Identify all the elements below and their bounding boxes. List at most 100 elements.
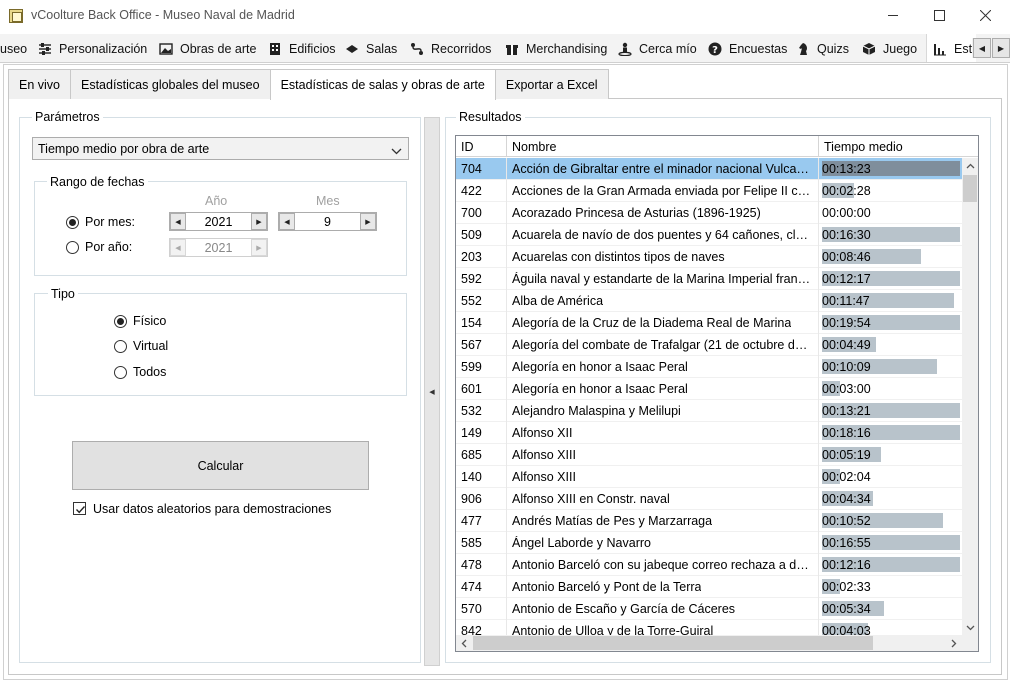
year-increment-button[interactable]: ▶ <box>251 239 267 256</box>
table-row[interactable]: 567 Alegoría del combate de Trafalgar (21… <box>456 334 962 356</box>
column-header-name[interactable]: Nombre <box>507 136 819 157</box>
month-increment-button[interactable]: ▶ <box>360 213 376 230</box>
tab-museo[interactable]: useo <box>0 34 27 62</box>
vertical-scrollbar[interactable] <box>962 158 978 636</box>
close-button[interactable] <box>962 0 1008 30</box>
month-year-stepper[interactable]: ◀ 2021 ▶ <box>169 212 268 231</box>
tab-cerca-mio[interactable]: Cerca mío <box>618 34 697 62</box>
month-value[interactable]: 9 <box>295 215 360 229</box>
cell-id: 203 <box>456 246 507 268</box>
table-row[interactable]: 154 Alegoría de la Cruz de la Diadema Rea… <box>456 312 962 334</box>
cell-time: 00:04:49 <box>819 334 962 356</box>
table-row[interactable]: 149 Alfonso XII 00:18:16 <box>456 422 962 444</box>
cell-name: Antonio Barceló y Pont de la Terra <box>507 576 819 598</box>
table-row[interactable]: 585 Ángel Laborde y Navarro 00:16:55 <box>456 532 962 554</box>
tab-salas[interactable]: Salas <box>345 34 397 62</box>
tab-juego[interactable]: Juego <box>862 34 917 62</box>
panel-splitter[interactable]: ◀ <box>424 117 440 666</box>
tab-personalizacion[interactable]: Personalización <box>38 34 147 62</box>
cell-id: 478 <box>456 554 507 576</box>
table-row[interactable]: 592 Águila naval y estandarte de la Marin… <box>456 268 962 290</box>
month-year-value[interactable]: 2021 <box>186 215 251 229</box>
scroll-down-icon[interactable] <box>962 620 978 636</box>
scroll-left-icon[interactable] <box>456 635 472 651</box>
vertical-scroll-thumb[interactable] <box>963 175 977 202</box>
minimize-button[interactable] <box>870 0 916 30</box>
results-table[interactable]: ID Nombre Tiempo medio 704 Acción de Gibr… <box>455 135 979 652</box>
table-row[interactable]: 599 Alegoría en honor a Isaac Peral 00:10:… <box>456 356 962 378</box>
close-icon <box>979 9 991 21</box>
table-row[interactable]: 422 Acciones de la Gran Armada enviada po… <box>456 180 962 202</box>
cell-time-text: 00:13:23 <box>822 162 871 176</box>
month-stepper[interactable]: ◀ 9 ▶ <box>278 212 377 231</box>
table-row[interactable]: 842 Antonio de Ulloa y de la Torre-Guiral… <box>456 620 962 636</box>
cell-id: 704 <box>456 158 507 180</box>
by-year-radio[interactable] <box>66 241 79 254</box>
tab-recorridos[interactable]: Recorridos <box>410 34 491 62</box>
metric-select[interactable]: Tiempo medio por obra de arte <box>32 137 409 160</box>
table-row[interactable]: 906 Alfonso XIII en Constr. naval 00:04:34 <box>456 488 962 510</box>
subtab-en-vivo[interactable]: En vivo <box>8 69 71 99</box>
tab-scroll-left-button[interactable]: ◀ <box>973 38 991 58</box>
random-data-checkbox[interactable] <box>73 502 86 515</box>
calculate-button[interactable]: Calcular <box>72 441 369 490</box>
table-row[interactable]: 477 Andrés Matías de Pes y Marzarraga 00:1… <box>456 510 962 532</box>
month-decrement-button[interactable]: ◀ <box>279 213 295 230</box>
scroll-up-icon[interactable] <box>962 158 978 174</box>
subtab-estadisticas-salas-obras[interactable]: Estadísticas de salas y obras de arte <box>269 69 496 100</box>
tab-label: Obras de arte <box>180 41 257 56</box>
collapse-left-icon[interactable]: ◀ <box>429 388 434 396</box>
column-header-time[interactable]: Tiempo medio <box>819 136 978 157</box>
table-row[interactable]: 570 Antonio de Escaño y García de Cáceres… <box>456 598 962 620</box>
maximize-button[interactable] <box>916 0 962 30</box>
results-title: Resultados <box>456 110 525 124</box>
bar-chart-icon <box>933 42 947 56</box>
type-physical-radio[interactable] <box>114 315 127 328</box>
cell-name: Acciones de la Gran Armada enviada por F… <box>507 180 819 202</box>
table-row[interactable]: 474 Antonio Barceló y Pont de la Terra 00:… <box>456 576 962 598</box>
table-row[interactable]: 552 Alba de América 00:11:47 <box>456 290 962 312</box>
horizontal-scroll-thumb[interactable] <box>473 636 873 650</box>
table-row[interactable]: 140 Alfonso XIII 00:02:04 <box>456 466 962 488</box>
tab-edificios[interactable]: Edificios <box>268 34 336 62</box>
tab-merchandising[interactable]: Merchandising <box>505 34 607 62</box>
subtab-estadisticas-globales[interactable]: Estadísticas globales del museo <box>70 69 271 99</box>
cell-name-text: Alfonso XIII en Constr. naval <box>512 492 670 506</box>
cell-name-text: Alejandro Malaspina y Melilupi <box>512 404 681 418</box>
cell-time: 00:02:33 <box>819 576 962 598</box>
type-all-radio[interactable] <box>114 366 127 379</box>
cell-name: Alegoría en honor a Isaac Peral <box>507 356 819 378</box>
tab-quizs[interactable]: Quizs <box>796 34 849 62</box>
cell-name-text: Alfonso XIII <box>512 470 576 484</box>
horizontal-scrollbar[interactable] <box>456 635 962 651</box>
tab-encuestas[interactable]: ? Encuestas <box>708 34 787 62</box>
type-virtual-radio[interactable] <box>114 340 127 353</box>
subtab-exportar-excel[interactable]: Exportar a Excel <box>494 69 609 99</box>
tab-scroll-right-button[interactable]: ▶ <box>992 38 1010 58</box>
year-value[interactable]: 2021 <box>186 241 251 255</box>
cell-time-text: 00:03:00 <box>822 382 871 396</box>
table-row[interactable]: 601 Alegoría en honor a Isaac Peral 00:03:… <box>456 378 962 400</box>
cell-name: Alegoría de la Cruz de la Diadema Real d… <box>507 312 819 334</box>
table-row[interactable]: 700 Acorazado Princesa de Asturias (1896-… <box>456 202 962 224</box>
by-month-radio[interactable] <box>66 216 79 229</box>
table-row[interactable]: 685 Alfonso XIII 00:05:19 <box>456 444 962 466</box>
year-stepper[interactable]: ◀ 2021 ▶ <box>169 238 268 257</box>
month-year-decrement-button[interactable]: ◀ <box>170 213 186 230</box>
table-row[interactable]: 203 Acuarelas con distintos tipos de nave… <box>456 246 962 268</box>
table-row[interactable]: 478 Antonio Barceló con su jabeque correo… <box>456 554 962 576</box>
cell-name-text: Alfonso XII <box>512 426 573 440</box>
cell-time-text: 00:02:28 <box>822 184 871 198</box>
cube-icon <box>862 42 876 56</box>
tab-obras-de-arte[interactable]: Obras de arte <box>159 34 257 62</box>
tab-estadisticas[interactable]: Esta <box>926 34 979 62</box>
year-decrement-button[interactable]: ◀ <box>170 239 186 256</box>
scroll-right-icon[interactable] <box>946 635 962 651</box>
table-row[interactable]: 704 Acción de Gibraltar entre el minador … <box>456 158 962 180</box>
column-header-id[interactable]: ID <box>456 136 507 157</box>
table-row[interactable]: 509 Acuarela de navío de dos puentes y 64… <box>456 224 962 246</box>
table-row[interactable]: 532 Alejandro Malaspina y Melilupi 00:13:2… <box>456 400 962 422</box>
month-year-increment-button[interactable]: ▶ <box>251 213 267 230</box>
cell-time-text: 00:10:09 <box>822 360 871 374</box>
cell-id: 906 <box>456 488 507 510</box>
